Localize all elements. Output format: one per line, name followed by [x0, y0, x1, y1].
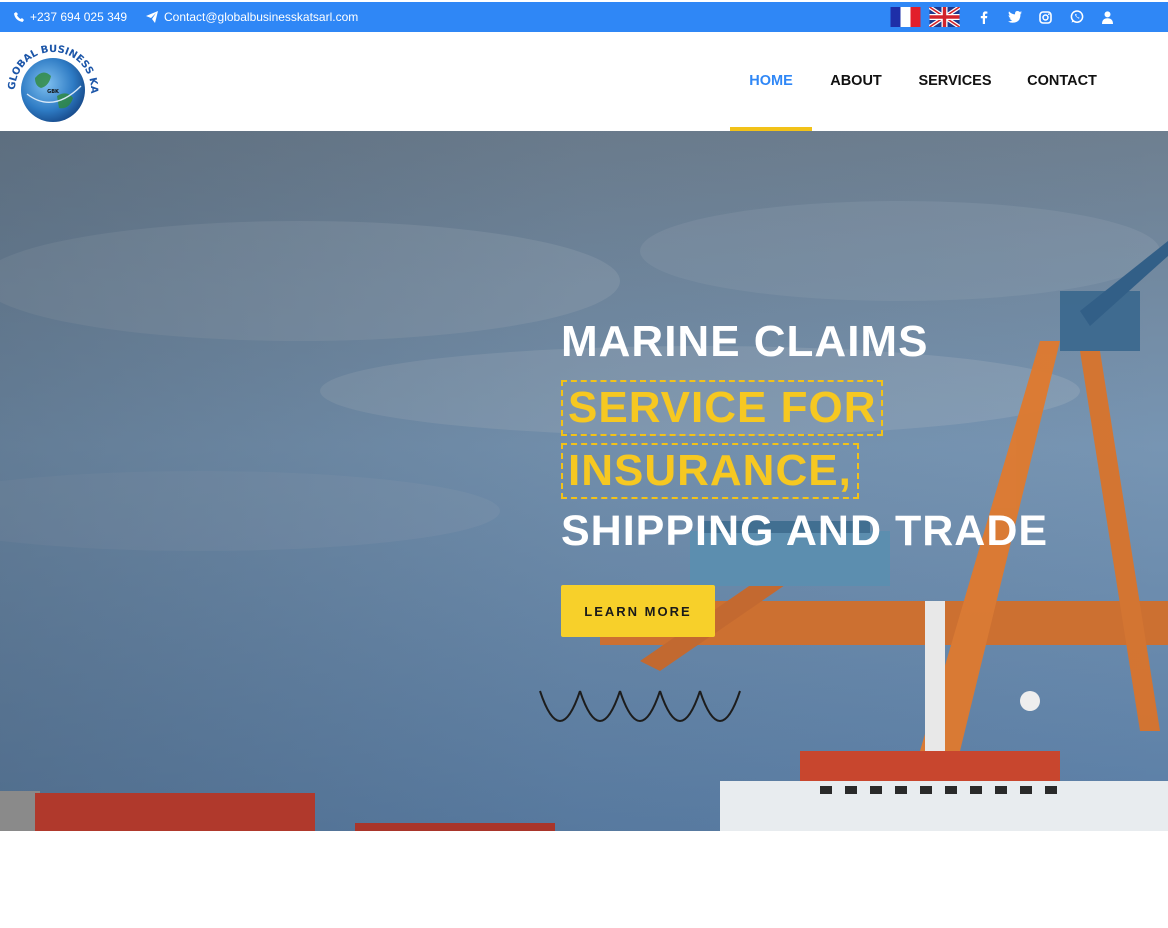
company-logo[interactable]: GLOBAL BUSINESS KAT Sarl GBK: [1, 30, 101, 126]
hero-line-1: MARINE CLAIMS: [561, 317, 929, 366]
logo-center-text: GBK: [47, 89, 60, 95]
hero-highlight-line-3: INSURANCE,: [561, 443, 859, 499]
hero-line-4: SHIPPING AND TRADE: [561, 507, 1049, 555]
whatsapp-icon[interactable]: [1061, 2, 1092, 32]
email-contact[interactable]: Contact@globalbusinesskatsarl.com: [146, 2, 358, 32]
phone-contact[interactable]: +237 694 025 349: [14, 2, 127, 32]
email-address: Contact@globalbusinesskatsarl.com: [164, 10, 359, 24]
nav-home[interactable]: HOME: [730, 32, 812, 131]
phone-icon: [14, 12, 24, 22]
top-bar: +237 694 025 349 Contact@globalbusinessk…: [0, 2, 1168, 32]
facebook-icon[interactable]: [968, 2, 999, 32]
learn-more-button[interactable]: LEARN MORE: [561, 585, 715, 637]
site-header: GLOBAL BUSINESS KAT Sarl GBK HOME ABOUT …: [0, 30, 1168, 131]
nav-contact[interactable]: CONTACT: [1014, 32, 1110, 131]
nav-services[interactable]: SERVICES: [906, 32, 1004, 131]
hero-banner: MARINE CLAIMS SERVICE FOR INSURANCE, SHI…: [0, 131, 1168, 831]
paper-plane-icon: [146, 11, 158, 23]
twitter-icon[interactable]: [999, 2, 1030, 32]
uk-flag-icon[interactable]: [929, 7, 960, 27]
nav-about[interactable]: ABOUT: [818, 32, 894, 131]
user-icon[interactable]: [1092, 2, 1123, 32]
french-flag-icon[interactable]: [890, 7, 921, 27]
phone-number: +237 694 025 349: [30, 10, 128, 24]
hero-highlight-line-2: SERVICE FOR: [561, 380, 884, 436]
instagram-icon[interactable]: [1030, 2, 1061, 32]
hero-heading: MARINE CLAIMS SERVICE FOR INSURANCE, SHI…: [561, 317, 1161, 569]
